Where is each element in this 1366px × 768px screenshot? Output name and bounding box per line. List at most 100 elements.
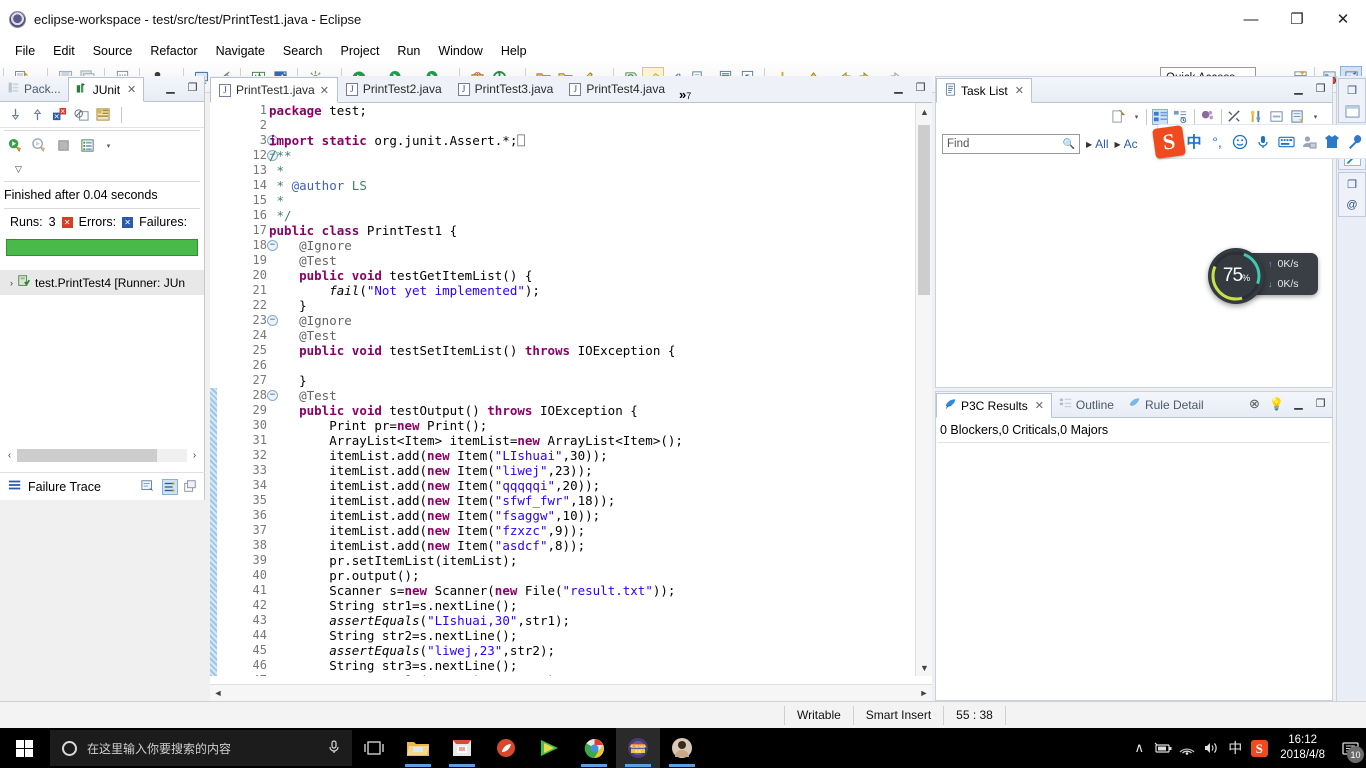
stop-icon[interactable] bbox=[74, 107, 90, 123]
menu-project[interactable]: Project bbox=[332, 41, 389, 61]
code-line[interactable]: * bbox=[269, 193, 912, 208]
code-line[interactable]: fail("Not yet implemented"); bbox=[269, 283, 912, 298]
editor-tab-printtest4[interactable]: J PrintTest4.java bbox=[561, 76, 673, 102]
code-line[interactable]: public void testGetItemList() { bbox=[269, 268, 912, 283]
editor-horizontal-scrollbar[interactable]: ◄ ► bbox=[210, 684, 932, 701]
ime-settings-icon[interactable] bbox=[1345, 131, 1365, 153]
ime-emoji-icon[interactable] bbox=[1230, 131, 1250, 153]
code-line[interactable] bbox=[269, 358, 912, 373]
maximize-button[interactable]: ❐ bbox=[1274, 0, 1320, 38]
collapse-all-icon[interactable] bbox=[1227, 109, 1243, 125]
tab-outline[interactable]: Outline bbox=[1052, 392, 1121, 417]
show-hidden-icons-chevron[interactable]: ∧ bbox=[1127, 728, 1151, 768]
close-icon[interactable]: ✕ bbox=[127, 83, 136, 96]
volume-icon[interactable] bbox=[1199, 728, 1223, 768]
code-line[interactable]: package test; bbox=[269, 103, 912, 118]
code-line[interactable]: Print pr=new Print(); bbox=[269, 418, 912, 433]
code-line[interactable]: @Test bbox=[269, 328, 912, 343]
categorized-icon[interactable] bbox=[1152, 109, 1168, 125]
menu-file[interactable]: File bbox=[6, 41, 44, 61]
menu-source[interactable]: Source bbox=[84, 41, 142, 61]
scroll-left-icon[interactable]: ◄ bbox=[210, 688, 226, 698]
microsoft-store-icon[interactable] bbox=[440, 728, 484, 768]
clear-icon[interactable]: ⊗ bbox=[1247, 396, 1262, 411]
scroll-trough[interactable] bbox=[226, 687, 916, 700]
editor-tab-printtest3[interactable]: J PrintTest3.java bbox=[450, 76, 562, 102]
find-input[interactable]: Find 🔍 bbox=[942, 134, 1080, 154]
code-line[interactable]: itemList.add(new Item("LIshuai",30)); bbox=[269, 448, 912, 463]
code-line[interactable]: Scanner s=new Scanner(new File("result.t… bbox=[269, 583, 912, 598]
ime-keyboard-icon[interactable] bbox=[1276, 131, 1296, 153]
code-line[interactable]: } bbox=[269, 298, 912, 313]
minimize-button[interactable]: — bbox=[1228, 0, 1274, 38]
code-line[interactable]: String str3=s.nextLine(); bbox=[269, 658, 912, 673]
rerun-failed-icon[interactable] bbox=[32, 138, 48, 154]
search-icon[interactable]: 🔍 bbox=[1063, 139, 1075, 150]
code-line[interactable]: assertEquals("qqqqqi,20",str3); bbox=[269, 673, 912, 676]
minimize-icon[interactable]: ▁ bbox=[891, 80, 906, 95]
maximize-icon[interactable]: ❐ bbox=[185, 80, 200, 95]
list-item[interactable]: › test.PrintTest4 [Runner: JUn bbox=[0, 270, 204, 295]
ime-indicator-icon[interactable]: 中 bbox=[1223, 728, 1247, 768]
minimize-icon[interactable]: ▁ bbox=[1291, 81, 1306, 96]
menu-window[interactable]: Window bbox=[429, 41, 491, 61]
action-center-icon[interactable]: 10 bbox=[1334, 728, 1366, 768]
code-line[interactable]: itemList.add(new Item("fsaggw",10)); bbox=[269, 508, 912, 523]
junit-horizontal-scrollbar[interactable]: ‹ › bbox=[2, 447, 202, 464]
code-line[interactable]: itemList.add(new Item("qqqqqi",20)); bbox=[269, 478, 912, 493]
search-input[interactable]: 在这里输入你要搜索的内容 bbox=[50, 730, 352, 766]
scroll-trough[interactable] bbox=[17, 449, 187, 462]
sogou-tray-icon[interactable]: S bbox=[1247, 728, 1271, 768]
show-in-console-icon[interactable] bbox=[80, 138, 96, 154]
windows-start-icon[interactable] bbox=[0, 728, 48, 768]
scroll-down-icon[interactable]: ▼ bbox=[916, 659, 933, 676]
code-line[interactable]: String str1=s.nextLine(); bbox=[269, 598, 912, 613]
prev-failure-icon[interactable] bbox=[30, 107, 46, 123]
filter-all[interactable]: ▶ All bbox=[1086, 137, 1109, 151]
next-failure-icon[interactable] bbox=[8, 107, 24, 123]
menu-help[interactable]: Help bbox=[492, 41, 536, 61]
code-line[interactable]: public class PrintTest1 { bbox=[269, 223, 912, 238]
close-icon[interactable]: ✕ bbox=[320, 84, 329, 97]
code-line[interactable]: ArrayList<Item> itemList=new ArrayList<I… bbox=[269, 433, 912, 448]
menu-run[interactable]: Run bbox=[388, 41, 429, 61]
minimize-icon[interactable]: ▁ bbox=[163, 80, 178, 95]
ide-icon[interactable]: ALIBABAIDE bbox=[616, 728, 660, 768]
line-number-gutter[interactable]: 123+12−131415161718−1920212223−242526272… bbox=[217, 103, 269, 676]
file-explorer-icon[interactable] bbox=[396, 728, 440, 768]
view-menu-caret[interactable]: ▾ bbox=[104, 135, 113, 157]
code-line[interactable]: itemList.add(new Item("sfwf_fwr",18)); bbox=[269, 493, 912, 508]
scroll-right-icon[interactable]: ► bbox=[916, 688, 932, 698]
quickfix-icon[interactable]: 💡 bbox=[1269, 396, 1284, 411]
code-line[interactable]: itemList.add(new Item("asdcf",8)); bbox=[269, 538, 912, 553]
system-monitor-widget[interactable]: ↑ 0K/s ↓ 0K/s 75% bbox=[1208, 248, 1318, 300]
code-line[interactable]: pr.output(); bbox=[269, 568, 912, 583]
battery-icon[interactable] bbox=[1151, 728, 1175, 768]
minimize-icon[interactable]: ▁ bbox=[1291, 396, 1306, 411]
at-sign-icon[interactable]: @ bbox=[1344, 197, 1361, 213]
ime-skin-icon[interactable] bbox=[1322, 131, 1342, 153]
fail-filter-icon[interactable]: ✕✕ bbox=[52, 107, 68, 123]
scroll-thumb[interactable] bbox=[918, 125, 930, 295]
history-icon[interactable] bbox=[96, 107, 112, 123]
tab-p3c-results[interactable]: P3C Results ✕ bbox=[936, 393, 1052, 418]
rerun-test-icon[interactable] bbox=[8, 138, 24, 154]
code-line[interactable]: /** bbox=[269, 148, 912, 163]
microphone-icon[interactable] bbox=[328, 739, 340, 758]
ime-user-icon[interactable] bbox=[1299, 131, 1319, 153]
ime-voice-icon[interactable] bbox=[1253, 131, 1273, 153]
editor-tab-printtest1[interactable]: J PrintTest1.java ✕ bbox=[210, 77, 338, 103]
filter-stack-icon[interactable] bbox=[162, 479, 178, 495]
restore-perspective-icon[interactable]: ❐ bbox=[1344, 82, 1361, 98]
code-line[interactable]: } bbox=[269, 373, 912, 388]
filter-activate[interactable]: ▶ Ac bbox=[1115, 137, 1138, 151]
media-player-icon[interactable] bbox=[528, 728, 572, 768]
code-line[interactable]: String str2=s.nextLine(); bbox=[269, 628, 912, 643]
code-line[interactable]: assertEquals("liwej,23",str2); bbox=[269, 643, 912, 658]
maximize-icon[interactable]: ❐ bbox=[1313, 81, 1328, 96]
new-task-icon[interactable] bbox=[1111, 109, 1127, 125]
scheduled-icon[interactable] bbox=[1173, 109, 1189, 125]
code-editor[interactable]: 123+12−131415161718−1920212223−242526272… bbox=[210, 103, 932, 676]
menu-search[interactable]: Search bbox=[274, 41, 332, 61]
scroll-thumb[interactable] bbox=[17, 449, 157, 462]
